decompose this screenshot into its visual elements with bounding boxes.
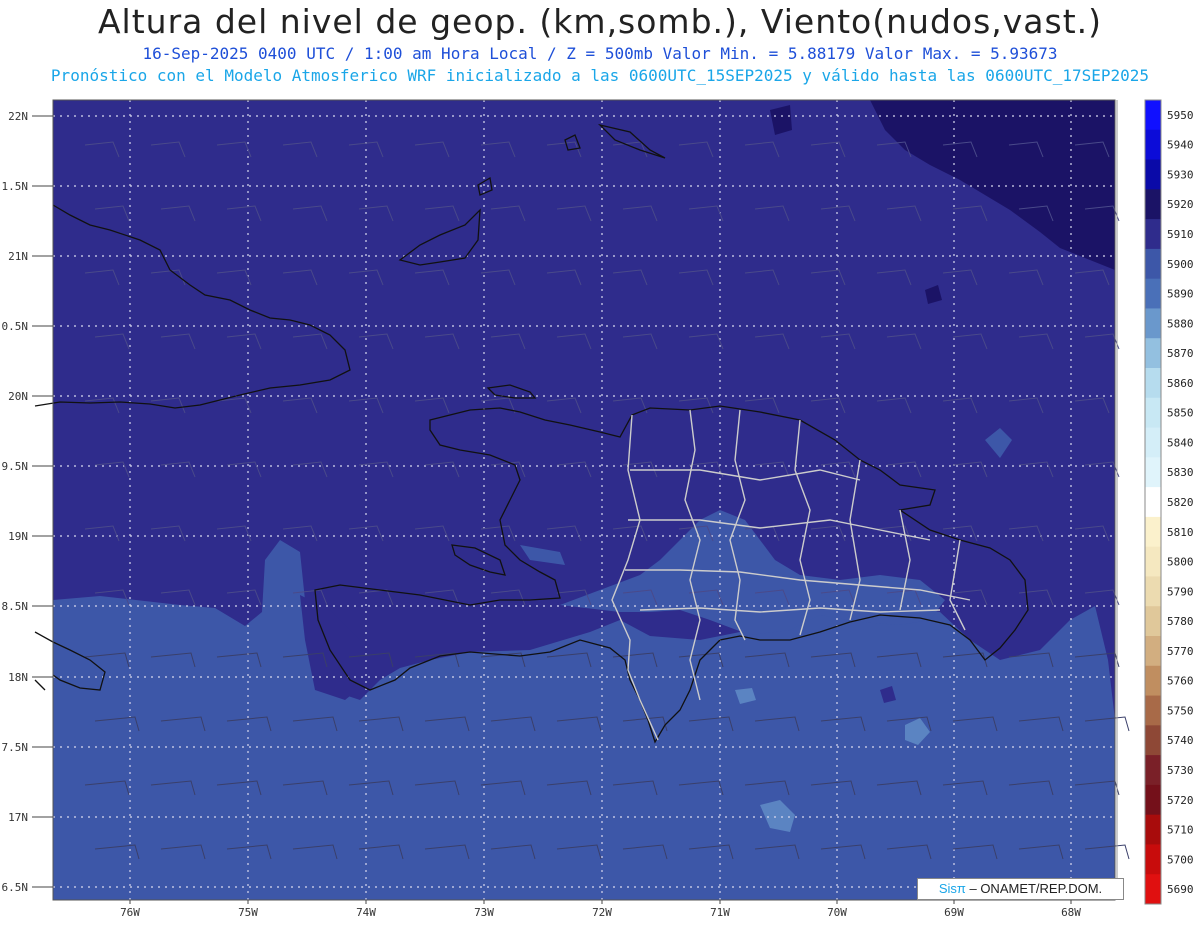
colorbar-label: 5700	[1167, 853, 1194, 866]
colorbar-label: 5770	[1167, 645, 1194, 658]
colorbar-swatch	[1145, 755, 1161, 786]
colorbar-swatch	[1145, 338, 1161, 369]
colorbar-label: 5840	[1167, 436, 1194, 449]
latitude-label: 22N	[8, 110, 28, 123]
colorbar-label: 5900	[1167, 258, 1194, 271]
colorbar-label: 5880	[1167, 317, 1194, 330]
colorbar-label: 5790	[1167, 585, 1194, 598]
colorbar-swatch	[1145, 368, 1161, 399]
longitude-label: 68W	[1061, 906, 1081, 919]
credit-organization: – ONAMET/REP.DOM.	[965, 881, 1103, 896]
colorbar-label: 5750	[1167, 704, 1194, 717]
colorbar-swatch	[1145, 636, 1161, 667]
colorbar-swatch	[1145, 219, 1161, 250]
colorbar-label: 5850	[1167, 407, 1194, 420]
longitude-label: 71W	[710, 906, 730, 919]
colorbar-label: 5820	[1167, 496, 1194, 509]
colorbar-label: 5690	[1167, 883, 1194, 896]
colorbar-swatch	[1145, 308, 1161, 339]
colorbar-swatch	[1145, 248, 1161, 280]
colorbar-label: 5940	[1167, 139, 1194, 152]
colorbar-swatch	[1145, 189, 1161, 220]
colorbar-label: 5920	[1167, 198, 1194, 211]
colorbar-label: 5800	[1167, 556, 1194, 569]
latitude-label: 9.5N	[2, 460, 29, 473]
colorbar-swatch	[1145, 695, 1161, 726]
coastline	[34, 679, 46, 691]
colorbar-label: 5730	[1167, 764, 1194, 777]
colorbar-swatch	[1145, 487, 1161, 518]
colorbar-swatch	[1145, 100, 1161, 131]
latitude-label: 6.5N	[2, 881, 29, 894]
colorbar-label: 5760	[1167, 675, 1194, 688]
colorbar-swatch	[1145, 457, 1161, 488]
latitude-label: 0.5N	[2, 320, 29, 333]
coastline	[34, 631, 54, 643]
colorbar-label: 5890	[1167, 288, 1194, 301]
latitude-label: 19N	[8, 530, 28, 543]
colorbar-swatch	[1145, 397, 1161, 429]
geopotential-map: 22N 1.5N 21N 0.5N 20N 9.5N 19N 8.5N 18N 7.5N 17N 6.…	[2, 99, 1194, 919]
longitude-label: 75W	[238, 906, 258, 919]
colorbar-label: 5910	[1167, 228, 1194, 241]
colorbar-swatch	[1145, 725, 1161, 756]
colorbar-swatch	[1145, 606, 1161, 637]
latitude-label: 7.5N	[2, 741, 29, 754]
colorbar-label: 5870	[1167, 347, 1194, 360]
colorbar-label: 5780	[1167, 615, 1194, 628]
colorbar-label: 5860	[1167, 377, 1194, 390]
latitude-label: 1.5N	[2, 180, 29, 193]
sispi-logo: Sisπ	[938, 881, 966, 896]
latitude-label: 21N	[8, 250, 28, 263]
longitude-label: 76W	[120, 906, 140, 919]
longitude-label: 69W	[944, 906, 964, 919]
latitude-label: 20N	[8, 390, 28, 403]
colorbar-swatch	[1145, 516, 1161, 548]
colorbar-swatch	[1145, 874, 1161, 905]
longitude-label: 72W	[592, 906, 612, 919]
colorbar: 5950 5940 5930 5920 5910 5900 5890 5880 5870 5860…	[1116, 99, 1194, 905]
colorbar-swatch	[1145, 278, 1161, 309]
latitude-label: 8.5N	[2, 600, 29, 613]
credit-box: Sisπ – ONAMET/REP.DOM.	[917, 878, 1124, 900]
latitude-label: 18N	[8, 671, 28, 684]
colorbar-label: 5740	[1167, 734, 1194, 747]
colorbar-label: 5930	[1167, 168, 1194, 181]
colorbar-label: 5710	[1167, 824, 1194, 837]
colorbar-swatch	[1145, 546, 1161, 577]
colorbar-swatch	[1145, 129, 1161, 161]
colorbar-label: 5810	[1167, 526, 1194, 539]
colorbar-swatch	[1145, 576, 1161, 607]
colorbar-label: 5830	[1167, 466, 1194, 479]
colorbar-swatch	[1145, 159, 1161, 190]
longitude-label: 70W	[827, 906, 847, 919]
colorbar-swatch	[1145, 665, 1161, 697]
colorbar-swatch	[1145, 427, 1161, 458]
longitude-label: 73W	[474, 906, 494, 919]
colorbar-swatch	[1145, 814, 1161, 845]
longitude-label: 74W	[356, 906, 376, 919]
colorbar-swatch	[1145, 844, 1161, 875]
colorbar-label: 5720	[1167, 794, 1194, 807]
colorbar-swatch	[1145, 784, 1161, 816]
colorbar-label: 5950	[1167, 109, 1194, 122]
latitude-label: 17N	[8, 811, 28, 824]
